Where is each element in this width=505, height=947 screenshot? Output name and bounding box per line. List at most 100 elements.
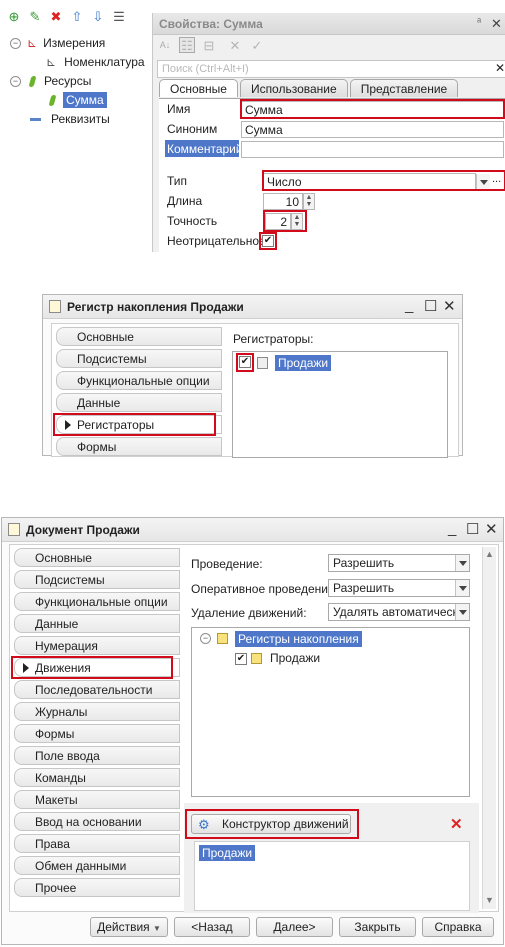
type-dropdown-icon[interactable]	[476, 174, 490, 190]
synonym-label: Синоним	[167, 122, 218, 136]
collapse-icon[interactable]: −	[10, 37, 21, 49]
collapse-icon[interactable]: −	[200, 633, 211, 644]
properties-body: Имя Сумма Синоним Сумма Комментарий Тип …	[159, 98, 505, 252]
dropdown-icon[interactable]	[455, 555, 469, 571]
categorized-icon[interactable]: ☷	[179, 37, 195, 53]
tree-item-resources[interactable]: − Ресурсы	[10, 72, 91, 90]
pin-icon[interactable]: ᵃ	[477, 16, 481, 28]
movement-constructor-button[interactable]: ⚙ Конструктор движений	[191, 814, 351, 834]
precision-field[interactable]: 2	[265, 213, 291, 230]
nav-item[interactable]: Ввод на основании	[14, 812, 180, 831]
close-icon[interactable]: ✕	[491, 16, 502, 32]
registrar-item-label[interactable]: Продажи	[275, 355, 332, 371]
nav-item[interactable]: Поле ввода	[14, 746, 180, 765]
nav-item[interactable]: Подсистемы	[14, 570, 180, 589]
help-button[interactable]: Справка	[422, 917, 494, 937]
nav-item[interactable]: Движения	[14, 658, 180, 677]
length-stepper[interactable]: ▲ ▼	[303, 193, 315, 210]
nonnegative-checkbox[interactable]: ✔	[262, 235, 274, 247]
nav-subsystems[interactable]: Подсистемы	[56, 349, 222, 368]
nav-registrars[interactable]: Регистраторы	[56, 415, 222, 434]
scroll-down-icon[interactable]: ▼	[485, 895, 494, 905]
type-more-button[interactable]: ...	[492, 173, 501, 185]
tree-item-label: Реквизиты	[51, 112, 110, 126]
comment-field[interactable]	[241, 141, 504, 158]
register-group-label[interactable]: Регистры накопления	[235, 631, 362, 647]
nav-label: Макеты	[35, 793, 78, 807]
nav-item[interactable]: Функциональные опции	[14, 592, 180, 611]
register-checkbox[interactable]: ✔	[235, 653, 247, 665]
tree-item-attributes[interactable]: Реквизиты	[30, 110, 110, 128]
close-button[interactable]: Закрыть	[339, 917, 416, 937]
posting-select[interactable]: Разрешить	[328, 554, 470, 572]
synonym-field[interactable]: Сумма	[241, 121, 504, 138]
scroll-up-icon[interactable]: ▲	[485, 549, 494, 559]
delete-movements-select[interactable]: Удалять автоматически	[328, 603, 470, 621]
tab-presentation[interactable]: Представление	[349, 79, 459, 97]
nav-data[interactable]: Данные	[56, 393, 222, 412]
length-field[interactable]: 10	[263, 193, 303, 210]
sort-alpha-icon[interactable]: A↓	[157, 37, 173, 53]
type-field[interactable]: Число	[263, 173, 476, 190]
delete-icon[interactable]: ✕	[450, 815, 463, 833]
tree-item-dimensions[interactable]: − ⊾ Измерения	[10, 34, 105, 52]
nav-item[interactable]: Нумерация	[14, 636, 180, 655]
dropdown-icon[interactable]	[455, 604, 469, 620]
properties-search-input[interactable]: Поиск (Ctrl+Alt+I)	[157, 60, 505, 78]
movement-text-area[interactable]: Продажи	[194, 841, 470, 911]
close-icon[interactable]: ✕	[443, 297, 456, 315]
nav-item[interactable]: Данные	[14, 614, 180, 633]
vertical-scrollbar[interactable]: ▲ ▼	[482, 547, 496, 909]
nav-item[interactable]: Прочее	[14, 878, 180, 897]
nav-functional-options[interactable]: Функциональные опции	[56, 371, 222, 390]
nav-item[interactable]: Команды	[14, 768, 180, 787]
dropdown-icon[interactable]	[455, 580, 469, 596]
registrar-checkbox[interactable]: ✔	[239, 356, 251, 368]
dimension-icon: ⊾	[27, 36, 38, 50]
maximize-icon[interactable]: ☐	[466, 520, 479, 538]
apply-icon[interactable]: ✓	[249, 37, 265, 53]
edit-icon[interactable]: ✎	[27, 8, 43, 24]
filter-icon[interactable]: ⊟	[201, 37, 217, 53]
properties-title: Свойства: Сумма	[153, 13, 505, 35]
registers-tree: − Регистры накопления ✔ Продажи	[191, 627, 470, 797]
tree-item-nomenclature[interactable]: ⊾ Номенклатура	[46, 53, 145, 71]
registrars-label: Регистраторы:	[233, 332, 314, 346]
add-icon[interactable]: ⊕	[6, 8, 22, 24]
nav-item[interactable]: Журналы	[14, 702, 180, 721]
nav-item[interactable]: Формы	[14, 724, 180, 743]
nav-item[interactable]: Последовательности	[14, 680, 180, 699]
tree-item-sum[interactable]: Сумма	[48, 91, 107, 109]
clear-icon[interactable]: ✕	[227, 37, 243, 53]
list-icon[interactable]: ☰	[111, 8, 127, 24]
maximize-icon[interactable]: ☐	[424, 297, 437, 315]
register-item-label[interactable]: Продажи	[270, 651, 320, 665]
actions-button[interactable]: Действия ▼	[90, 917, 168, 937]
move-down-icon[interactable]: ⇩	[90, 8, 106, 24]
search-clear-icon[interactable]: ✕	[495, 61, 505, 75]
back-button[interactable]: <Назад	[174, 917, 250, 937]
nav-label: Движения	[35, 661, 91, 675]
collapse-icon[interactable]: −	[10, 75, 21, 87]
nav-label: Данные	[77, 396, 121, 410]
tab-main[interactable]: Основные	[159, 79, 238, 97]
nav-label: Нумерация	[35, 639, 98, 653]
nav-item[interactable]: Обмен данными	[14, 856, 180, 875]
window-body: Основные Подсистемы Функциональные опции Да…	[9, 544, 499, 913]
nav-item[interactable]: Права	[14, 834, 180, 853]
nav-item[interactable]: Основные	[14, 548, 180, 567]
nav-item[interactable]: Макеты	[14, 790, 180, 809]
nav-main[interactable]: Основные	[56, 327, 222, 346]
minimize-icon[interactable]: _	[448, 520, 456, 537]
precision-stepper[interactable]: ▲ ▼	[291, 213, 303, 230]
minimize-icon[interactable]: _	[405, 297, 413, 314]
delete-icon[interactable]: ✖	[48, 8, 64, 24]
name-field[interactable]: Сумма	[241, 101, 504, 118]
move-up-icon[interactable]: ⇧	[69, 8, 85, 24]
tab-usage[interactable]: Использование	[239, 79, 348, 97]
close-icon[interactable]: ✕	[485, 520, 498, 538]
nav-forms[interactable]: Формы	[56, 437, 222, 456]
next-button[interactable]: Далее>	[256, 917, 333, 937]
document-icon	[8, 523, 20, 536]
realtime-posting-select[interactable]: Разрешить	[328, 579, 470, 597]
